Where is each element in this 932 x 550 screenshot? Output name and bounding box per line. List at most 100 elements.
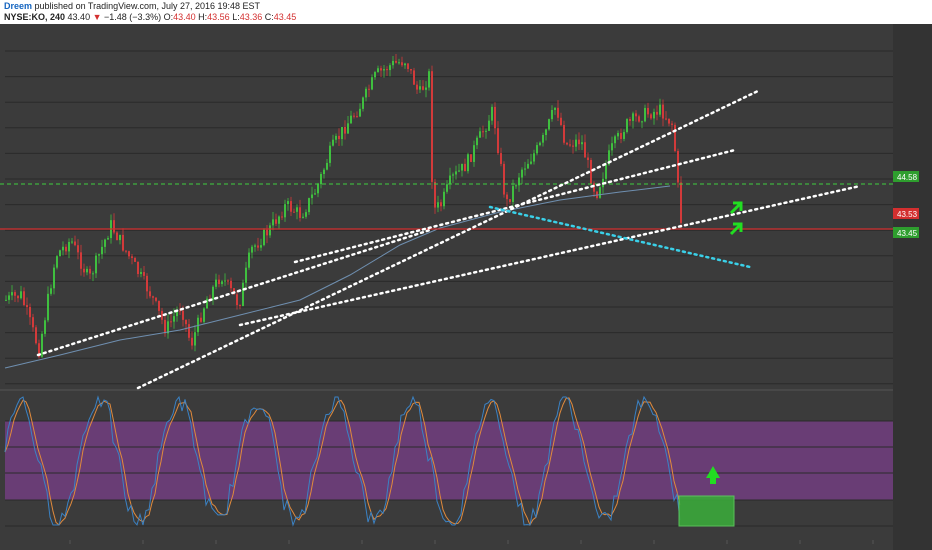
candle-body (650, 114, 652, 119)
candle-body (347, 123, 349, 134)
candle-body (137, 261, 139, 274)
candle-body (350, 115, 352, 124)
candle-body (341, 127, 343, 140)
candle-body (566, 142, 568, 145)
candle-body (194, 332, 196, 346)
target-box (678, 495, 735, 527)
candle-body (554, 107, 556, 110)
candle-body (20, 291, 22, 299)
candle-body (476, 137, 478, 146)
candle-body (548, 119, 550, 130)
candle-body (638, 116, 640, 122)
candle-body (353, 115, 355, 117)
candle-body (227, 280, 229, 282)
candle-body (26, 305, 28, 308)
candle-body (599, 187, 601, 198)
candle-body (461, 163, 463, 171)
candle-body (434, 181, 436, 208)
candle-body (677, 150, 679, 183)
candle-body (65, 246, 67, 252)
candle-body (356, 116, 358, 118)
candle-body (173, 316, 175, 322)
candle-body (125, 250, 127, 252)
candle-body (479, 131, 481, 138)
candle-body (431, 71, 433, 182)
candle-body (158, 300, 160, 311)
candle-body (485, 130, 487, 132)
candle-body (674, 124, 676, 151)
candle-body (581, 142, 583, 145)
candle-body (593, 183, 595, 192)
oscillator-band (5, 421, 893, 500)
candle-body (446, 184, 448, 192)
candle-body (422, 86, 424, 90)
candle-body (470, 154, 472, 162)
candle-body (521, 169, 523, 178)
candle-body (260, 245, 262, 248)
candle-body (641, 121, 643, 123)
candle-body (98, 254, 100, 256)
candle-body (383, 69, 385, 71)
candle-body (338, 135, 340, 140)
candle-body (329, 145, 331, 163)
candle-body (107, 238, 109, 240)
candle-body (332, 139, 334, 146)
candle-body (5, 299, 7, 301)
candle-body (185, 319, 187, 325)
candle-body (140, 272, 142, 274)
candle-body (275, 219, 277, 224)
candle-body (302, 216, 304, 218)
candle-body (290, 201, 292, 212)
candle-body (563, 125, 565, 143)
candle-body (206, 298, 208, 309)
candle-body (530, 161, 532, 164)
candle-body (308, 198, 310, 213)
candle-body (50, 288, 52, 294)
candle-body (545, 129, 547, 136)
candle-body (146, 275, 148, 292)
candle-body (362, 97, 364, 109)
candle-body (494, 106, 496, 129)
candle-body (71, 241, 73, 243)
candle-body (86, 268, 88, 273)
candle-body (539, 142, 541, 146)
candle-body (188, 324, 190, 338)
candle-body (299, 207, 301, 218)
candle-body (635, 113, 637, 117)
candle-body (203, 308, 205, 322)
candle-body (242, 282, 244, 307)
candle-body (254, 245, 256, 247)
candle-body (257, 245, 259, 248)
candle-body (389, 65, 391, 71)
candle-body (452, 174, 454, 176)
candle-body (95, 255, 97, 274)
candle-body (371, 77, 373, 90)
candle-body (113, 220, 115, 233)
candle-body (80, 252, 82, 269)
candle-body (395, 60, 397, 63)
candle-body (536, 145, 538, 154)
candle-body (416, 84, 418, 90)
price-chart[interactable]: 44.58 43.53 43.45 (0, 0, 932, 550)
candle-body (263, 229, 265, 246)
candle-body (89, 268, 91, 274)
candle-body (662, 104, 664, 119)
price-tag-3: 43.45 (897, 229, 918, 238)
candle-body (488, 120, 490, 131)
candle-body (68, 241, 70, 252)
candle-body (62, 246, 64, 251)
candle-body (506, 194, 508, 200)
candle-body (245, 267, 247, 283)
candle-body (239, 305, 241, 307)
candle-body (122, 234, 124, 251)
candle-body (524, 168, 526, 170)
candle-body (626, 119, 628, 133)
candle-body (428, 71, 430, 88)
candle-body (251, 246, 253, 253)
candle-body (149, 291, 151, 297)
candle-body (611, 143, 613, 151)
candle-body (629, 119, 631, 121)
candle-body (665, 118, 667, 120)
candle-body (440, 202, 442, 207)
candle-body (377, 68, 379, 73)
